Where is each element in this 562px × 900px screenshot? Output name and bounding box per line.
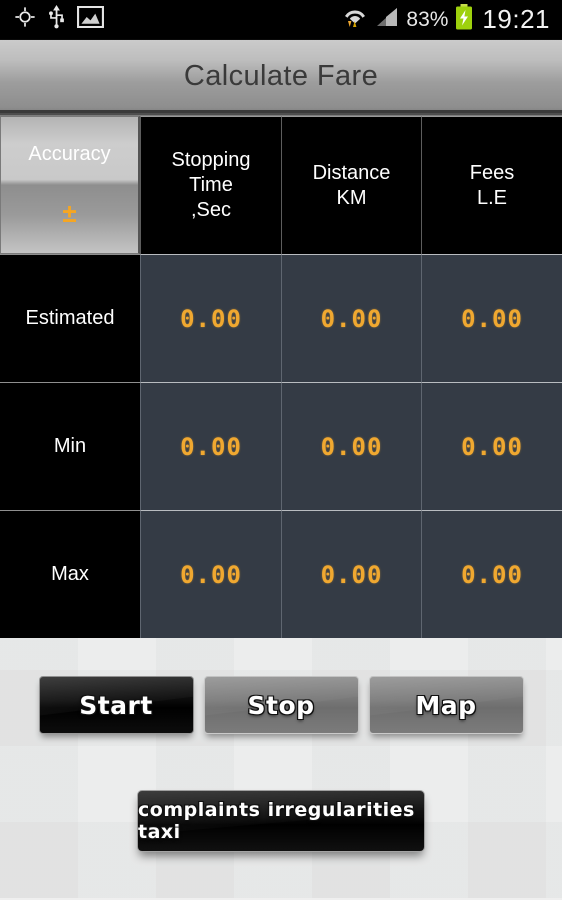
accuracy-header-label: Accuracy [28,143,111,165]
clock-label: 19:21 [482,4,550,34]
battery-percent-label: 83% [406,7,449,31]
app-root: 83% 19:21 Calculate Fare Accuracy ± Stop… [0,0,562,900]
value-estimated-stopping-time: 0.00 [140,254,281,382]
map-button-label: Map [415,690,477,720]
value-min-stopping-time: 0.00 [140,382,281,510]
page-title: Calculate Fare [183,60,379,92]
lcd-value: 0.00 [180,560,242,589]
wifi-data-icon [342,4,368,35]
start-button[interactable]: Start [38,676,194,734]
table-row: Min 0.00 0.00 0.00 [0,382,562,510]
value-max-fees: 0.00 [421,510,562,638]
status-bar-left-icons [8,5,104,34]
value-min-fees: 0.00 [421,382,562,510]
stopping-time-line1: Stopping [171,149,251,171]
plus-minus-icon: ± [62,198,77,228]
value-estimated-distance: 0.00 [281,254,421,382]
battery-charging-icon [455,4,473,35]
lcd-value: 0.00 [180,432,242,461]
fees-line2: L.E [476,186,508,209]
lcd-value: 0.00 [180,304,242,333]
map-button[interactable]: Map [368,676,524,734]
secondary-button-row: complaints irregularities taxi [0,790,562,852]
lcd-value: 0.00 [320,304,383,333]
primary-button-row: Start Stop Map [0,638,562,734]
column-header-fees: Fees L.E [421,116,562,254]
fare-table: Accuracy ± Stopping Time ,Sec Distance K… [0,115,562,638]
cellular-signal-icon [375,6,399,33]
value-max-distance: 0.00 [281,510,421,638]
value-min-distance: 0.00 [281,382,421,510]
start-button-label: Start [79,690,153,720]
fees-line1: Fees [469,161,515,184]
table-row: Estimated 0.00 0.00 0.00 [0,254,562,382]
complaints-button-label: complaints irregularities taxi [138,799,415,843]
accuracy-toggle-cell[interactable]: Accuracy ± [0,116,140,254]
table-row: Max 0.00 0.00 0.00 [0,510,562,638]
stopping-time-line2: Time [189,174,233,196]
column-header-distance: Distance KM [281,116,421,254]
row-label-estimated: Estimated [0,254,140,382]
status-bar: 83% 19:21 [0,0,562,40]
lcd-value: 0.00 [320,560,383,589]
usb-icon [48,5,65,34]
row-label-max: Max [0,510,140,638]
distance-line1: Distance [312,161,391,184]
lcd-value: 0.00 [320,432,383,461]
controls-area: Start Stop Map complaints irregularities… [0,638,562,898]
complaints-irregularities-taxi-button[interactable]: complaints irregularities taxi [137,790,425,852]
status-bar-right-icons: 83% 19:21 [342,4,554,35]
value-estimated-fees: 0.00 [421,254,562,382]
column-header-stopping-time: Stopping Time ,Sec [140,116,281,254]
distance-line2: KM [336,186,367,209]
lcd-value: 0.00 [461,432,523,461]
stop-button-label: Stop [247,690,315,720]
row-label-min: Min [0,382,140,510]
stopping-time-line3: ,Sec [190,199,232,221]
screenshot-image-icon [77,5,104,33]
lcd-value: 0.00 [461,560,523,589]
lcd-value: 0.00 [461,304,523,333]
table-header-row: Accuracy ± Stopping Time ,Sec Distance K… [0,116,562,254]
app-title-bar: Calculate Fare [0,40,562,115]
stop-button[interactable]: Stop [203,676,359,734]
value-max-stopping-time: 0.00 [140,510,281,638]
gps-location-icon [14,6,36,33]
